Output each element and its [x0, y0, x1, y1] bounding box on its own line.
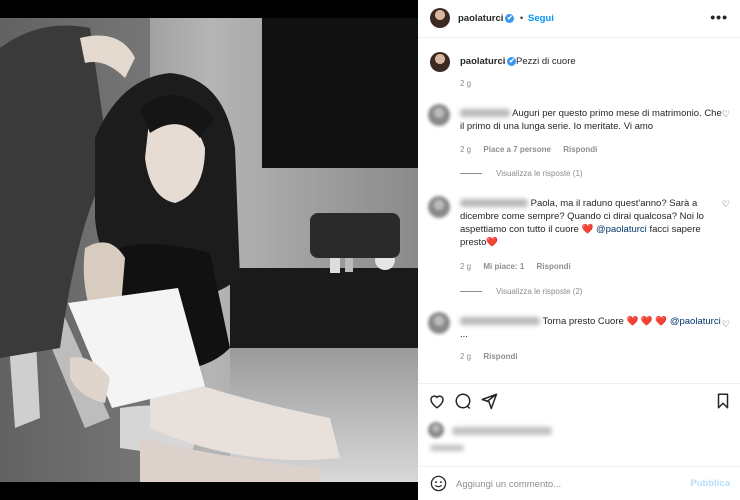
caption-username-text: paolaturci [460, 56, 506, 67]
post-photo[interactable] [0, 18, 418, 482]
verified-icon: ✔ [505, 13, 515, 23]
comment-username-blurred[interactable] [460, 317, 540, 326]
side-panel: paolaturci ✔ • Segui ••• paolaturci ✔ Pezz… [418, 0, 740, 500]
publish-button[interactable]: Pubblica [690, 478, 730, 489]
comment-likes-count[interactable]: Mi piace: 1 [483, 262, 524, 271]
username-link[interactable]: paolaturci ✔ [458, 13, 515, 24]
follow-button[interactable]: Segui [528, 13, 554, 24]
comment-body: Torna presto Cuore ❤️ ❤️ ❤️ @paolaturci … [460, 315, 722, 341]
comment-like-icon[interactable]: ♡ [722, 199, 730, 210]
heart-emoji: ❤️ ❤️ ❤️ [626, 316, 668, 327]
mention-link[interactable]: @paolaturci [670, 316, 721, 327]
liker-avatar[interactable] [428, 422, 444, 438]
likes-text-blurred[interactable] [452, 427, 552, 435]
comment-username-blurred[interactable] [460, 109, 510, 118]
separator-dot: • [520, 13, 524, 23]
comment-meta: 2 g Rispondi [460, 352, 518, 361]
bookmark-icon[interactable] [714, 392, 732, 410]
heart-emoji: ❤️ [486, 237, 499, 248]
more-icon[interactable]: ••• [710, 9, 728, 25]
view-replies-link[interactable]: Visualizza le risposte (2) [460, 287, 583, 296]
comment-time: 2 g [460, 352, 472, 361]
caption-text: Pezzi di cuore [516, 56, 576, 67]
comment-reply-button[interactable]: Rispondi [537, 262, 571, 271]
photo-image [0, 18, 418, 482]
comment-avatar[interactable] [428, 104, 450, 126]
username-text: paolaturci [458, 13, 504, 24]
action-bar [418, 383, 740, 419]
post-header: paolaturci ✔ • Segui ••• [418, 0, 740, 38]
comment-text: Torna presto Cuore [542, 316, 624, 327]
comment-reply-button[interactable]: Rispondi [483, 352, 517, 361]
comment-trail: ... [460, 329, 468, 340]
caption-username-link[interactable]: paolaturci ✔ [460, 56, 517, 67]
comment-avatar[interactable] [428, 312, 450, 334]
comment-input[interactable] [456, 476, 686, 492]
comment-like-icon[interactable]: ♡ [722, 319, 730, 330]
add-comment-bar: Pubblica [418, 466, 740, 500]
share-icon[interactable] [480, 392, 498, 410]
heart-emoji: ❤️ [581, 224, 594, 235]
comment-like-icon[interactable]: ♡ [722, 109, 730, 120]
comment-username-blurred[interactable] [460, 199, 528, 208]
comment-reply-button[interactable]: Rispondi [563, 145, 597, 154]
post-viewer: paolaturci ✔ • Segui ••• paolaturci ✔ Pezz… [0, 0, 740, 500]
comment-time: 2 g [460, 145, 472, 154]
avatar[interactable] [430, 8, 450, 28]
comment-avatar[interactable] [428, 196, 450, 218]
comment-body: Auguri per questo primo mese di matrimon… [460, 107, 722, 133]
view-replies-link[interactable]: Visualizza le risposte (1) [460, 169, 583, 178]
comment-meta: 2 g Piace a 7 persone Rispondi [460, 145, 597, 154]
post-date-blurred [430, 445, 464, 451]
heart-icon[interactable] [428, 392, 446, 410]
comment-body: Paola, ma il raduno quest'anno? Sarà a d… [460, 197, 722, 249]
comment-icon[interactable] [454, 392, 472, 410]
caption-avatar[interactable] [430, 52, 450, 72]
mention-link[interactable]: @paolaturci [596, 224, 647, 235]
comment-likes-count[interactable]: Piace a 7 persone [483, 145, 551, 154]
caption-time: 2 g [460, 79, 472, 88]
emoji-icon[interactable] [430, 475, 447, 492]
comment-time: 2 g [460, 262, 472, 271]
comment-meta: 2 g Mi piace: 1 Rispondi [460, 262, 571, 271]
